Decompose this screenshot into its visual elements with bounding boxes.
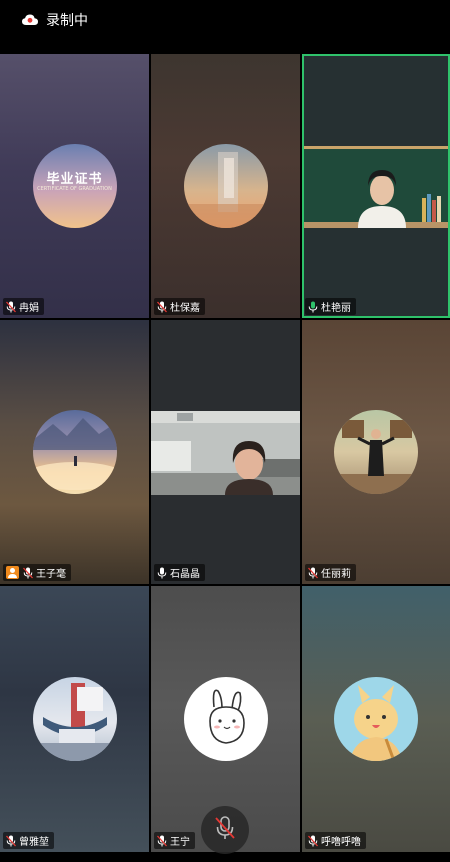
mic-muted-icon bbox=[308, 567, 318, 579]
avatar-subtext: CERTIFICATE OF GRADUATION bbox=[37, 186, 112, 192]
mic-muted-icon bbox=[6, 835, 16, 847]
video-feed bbox=[151, 411, 300, 495]
name-tag: 王宁 bbox=[154, 832, 195, 849]
participant-name: 王宁 bbox=[170, 837, 190, 848]
participant-name: 杜保嘉 bbox=[170, 303, 200, 314]
participant-tile[interactable]: 毕业证书 CERTIFICATE OF GRADUATION 冉娟 bbox=[0, 54, 149, 318]
avatar-text: 毕业证书 bbox=[46, 172, 103, 187]
name-tag: 石晶晶 bbox=[154, 564, 205, 581]
name-tag: 任丽莉 bbox=[305, 564, 356, 581]
name-tag: 杜艳丽 bbox=[305, 298, 356, 315]
avatar bbox=[32, 410, 117, 494]
name-tag: 杜保嘉 bbox=[154, 298, 205, 315]
participant-name: 曾雅堃 bbox=[19, 837, 49, 848]
recording-indicator[interactable]: 录制中 bbox=[22, 10, 88, 30]
participant-tile[interactable]: 杜保嘉 bbox=[151, 54, 300, 318]
participant-tile[interactable]: 任丽莉 bbox=[302, 320, 450, 584]
avatar bbox=[32, 677, 117, 761]
mic-muted-icon bbox=[157, 301, 167, 313]
participant-name: 任丽莉 bbox=[321, 569, 351, 580]
participant-name: 石晶晶 bbox=[170, 569, 200, 580]
status-bar: 录制中 bbox=[0, 0, 450, 54]
video-feed bbox=[302, 146, 450, 228]
participant-tile[interactable]: 曾雅堃 bbox=[0, 586, 149, 852]
mic-muted-icon bbox=[23, 567, 33, 579]
name-tag: 王子毫 bbox=[3, 564, 71, 581]
participant-name: 杜艳丽 bbox=[321, 303, 351, 314]
name-tag: 曾雅堃 bbox=[3, 832, 54, 849]
mic-muted-icon bbox=[157, 835, 167, 847]
mic-muted-icon bbox=[6, 301, 16, 313]
participant-tile[interactable]: 王子毫 bbox=[0, 320, 149, 584]
avatar bbox=[183, 677, 268, 761]
mic-muted-icon bbox=[308, 835, 318, 847]
mic-muted-icon bbox=[215, 816, 235, 844]
name-tag: 冉娟 bbox=[3, 298, 44, 315]
participant-tile[interactable]: 石晶晶 bbox=[151, 320, 300, 584]
mute-toggle-button[interactable] bbox=[201, 806, 249, 854]
name-tag: 呼噜呼噜 bbox=[305, 832, 366, 849]
mic-icon bbox=[157, 567, 167, 579]
host-icon bbox=[6, 566, 19, 579]
participant-name: 呼噜呼噜 bbox=[321, 837, 361, 848]
cloud-record-icon bbox=[22, 14, 38, 26]
mic-icon bbox=[308, 301, 318, 313]
participant-name: 王子毫 bbox=[36, 569, 66, 580]
participant-tile[interactable]: 呼噜呼噜 bbox=[302, 586, 450, 852]
avatar bbox=[334, 410, 418, 494]
recording-label: 录制中 bbox=[46, 13, 88, 29]
video-grid: 毕业证书 CERTIFICATE OF GRADUATION 冉娟 杜保嘉 杜艳… bbox=[0, 54, 450, 852]
avatar: 毕业证书 CERTIFICATE OF GRADUATION bbox=[32, 144, 117, 228]
participant-tile-active[interactable]: 杜艳丽 bbox=[302, 54, 450, 318]
avatar bbox=[334, 677, 418, 761]
participant-name: 冉娟 bbox=[19, 303, 39, 314]
avatar bbox=[183, 144, 268, 228]
